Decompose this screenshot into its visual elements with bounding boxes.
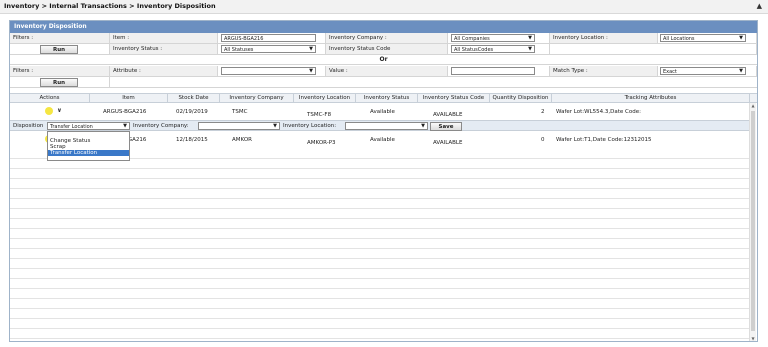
disposition-location-label: Inventory Location: (283, 123, 337, 129)
disposition-select[interactable]: Transfer Location ▼ (47, 122, 130, 130)
chevron-down-icon: ▼ (739, 35, 743, 41)
inventory-disposition-panel: Inventory Disposition Filters : Item : A… (9, 20, 758, 342)
cell-location: AMKOR-P3 (307, 140, 336, 146)
save-button[interactable]: Save (430, 122, 462, 131)
disposition-company-select[interactable]: ▼ (198, 122, 280, 130)
filters-label: Filters : (10, 33, 110, 44)
expand-chevron-icon[interactable]: ∨ (57, 107, 62, 114)
or-divider: Or (10, 56, 757, 65)
col-inventory-company: Inventory Company (220, 94, 294, 103)
cell-status: Available (370, 109, 395, 115)
inventory-company-select[interactable]: All Companies ▼ (451, 34, 535, 42)
breadcrumb-text: Inventory > Internal Transactions > Inve… (4, 2, 216, 10)
col-quantity-disposition: Quantity Disposition (490, 94, 552, 103)
breadcrumb: Inventory > Internal Transactions > Inve… (0, 0, 768, 14)
chevron-down-icon: ▼ (528, 46, 532, 52)
option-transfer-location[interactable]: Transfer Location (48, 150, 129, 156)
disposition-label: Disposition (13, 123, 44, 129)
match-type-value: Exact (663, 69, 677, 75)
col-inventory-location: Inventory Location (294, 94, 356, 103)
inventory-location-label: Inventory Location : (550, 33, 658, 44)
filter-row-4: Run (10, 77, 757, 88)
inventory-status-label: Inventory Status : (110, 44, 218, 55)
chevron-down-icon: ▼ (309, 46, 313, 52)
chevron-down-icon: ▼ (528, 35, 532, 41)
item-label: Item : (110, 33, 218, 44)
col-tracking-attributes: Tracking Attributes (552, 94, 750, 103)
chevron-down-icon: ▼ (273, 123, 277, 129)
attribute-label: Attribute : (110, 66, 218, 77)
inventory-company-value: All Companies (454, 36, 490, 42)
filters-label-2: Filters : (10, 66, 110, 77)
cursor-highlight (45, 107, 53, 115)
inventory-status-value: All Statuses (224, 47, 254, 53)
chevron-down-icon: ▼ (309, 68, 313, 74)
cell-tracking: Wafer Lot:T1,Date Code:12312015 (556, 137, 652, 143)
inventory-status-code-select[interactable]: All StatusCodes ▼ (451, 45, 535, 53)
inventory-status-code-label: Inventory Status Code (326, 44, 448, 55)
filter-row-1: Filters : Item : ARGUS-BGA216 Inventory … (10, 33, 757, 44)
vertical-scrollbar[interactable]: ▲ ▼ (749, 103, 756, 341)
collapse-toggle-icon[interactable]: ▲ (757, 2, 762, 10)
cell-quantity: 0 (541, 137, 545, 143)
disposition-dropdown-list[interactable]: Change Status Scrap Transfer Location (47, 131, 130, 161)
col-actions: Actions (10, 94, 90, 103)
run-button-2[interactable]: Run (40, 78, 78, 87)
value-label: Value : (326, 66, 448, 77)
disposition-bar: Disposition Transfer Location ▼ Inventory… (10, 120, 750, 131)
match-type-select[interactable]: Exact ▼ (660, 67, 746, 75)
cell-stock-date: 02/19/2019 (176, 109, 208, 115)
empty-grid (10, 149, 750, 341)
scroll-up-icon[interactable]: ▲ (750, 103, 756, 108)
filter-row-3: Filters : Attribute : ▼ Value : Match Ty… (10, 66, 757, 77)
cell-tracking: Wafer Lot:WL554.3,Date Code: (556, 109, 641, 115)
attribute-select[interactable]: ▼ (221, 67, 316, 75)
cell-quantity: 2 (541, 109, 545, 115)
cell-location: TSMC-F8 (307, 112, 332, 118)
match-type-label: Match Type : (550, 66, 658, 77)
col-item: Item (90, 94, 168, 103)
chevron-down-icon: ▼ (421, 123, 425, 129)
inventory-status-select[interactable]: All Statuses ▼ (221, 45, 316, 53)
chevron-down-icon: ▼ (739, 68, 743, 74)
cell-status-code: AVAILABLE (433, 112, 463, 118)
chevron-down-icon: ▼ (123, 123, 127, 129)
value-input[interactable] (451, 67, 535, 75)
disposition-company-label: Inventory Company: (133, 123, 189, 129)
cell-item: ARGUS-BGA216 (103, 109, 147, 115)
scrollbar-thumb[interactable] (751, 111, 755, 331)
cell-stock-date: 12/18/2015 (176, 137, 208, 143)
disposition-value: Transfer Location (50, 124, 93, 130)
col-inventory-status-code: Inventory Status Code (418, 94, 490, 103)
col-stock-date: Stock Date (168, 94, 220, 103)
inventory-company-label: Inventory Company : (326, 33, 448, 44)
inventory-status-code-value: All StatusCodes (454, 47, 494, 53)
table-header: Actions Item Stock Date Inventory Compan… (10, 93, 757, 103)
col-inventory-status: Inventory Status (356, 94, 418, 103)
filter-row-2: Run Inventory Status : All Statuses ▼ Inv… (10, 44, 757, 55)
inventory-location-select[interactable]: All Locations ▼ (660, 34, 746, 42)
disposition-location-select[interactable]: ▼ (345, 122, 428, 130)
cell-company: TSMC (232, 109, 248, 115)
table-row[interactable]: ∨ ARGUS-BGA216 02/19/2019 TSMC TSMC-F8 A… (10, 104, 750, 120)
cell-status: Available (370, 137, 395, 143)
panel-title: Inventory Disposition (10, 21, 757, 33)
cell-company: AMKOR (232, 137, 252, 143)
scroll-down-icon[interactable]: ▼ (750, 336, 756, 341)
cell-status-code: AVAILABLE (433, 140, 463, 146)
item-input[interactable]: ARGUS-BGA216 (221, 34, 316, 42)
run-button[interactable]: Run (40, 45, 78, 54)
inventory-location-value: All Locations (663, 36, 695, 42)
